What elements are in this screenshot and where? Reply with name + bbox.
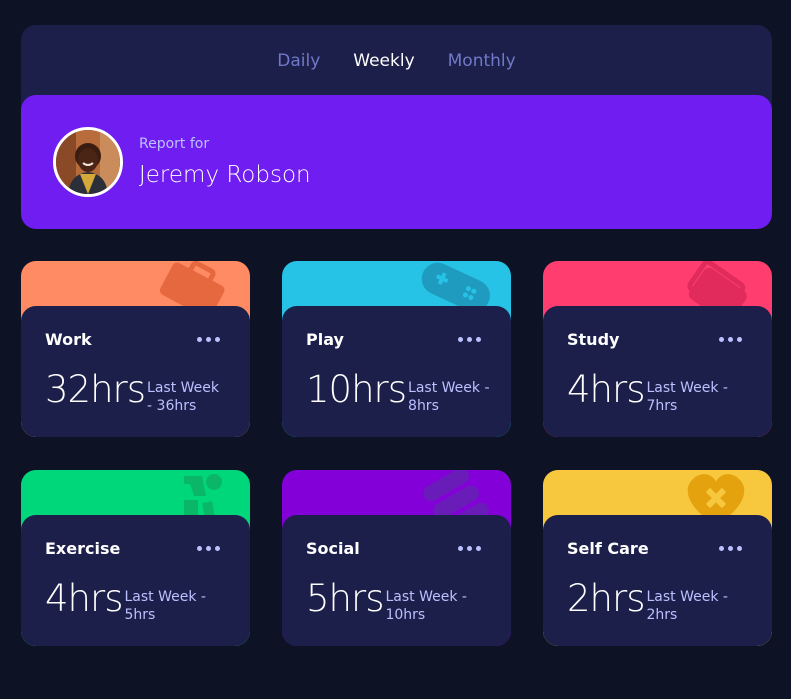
report-for-label: Report for — [139, 136, 210, 152]
activity-card-body: Work 32hrs Last Week - 36hrs — [21, 306, 250, 437]
ellipsis-icon[interactable] — [197, 546, 220, 552]
activity-card-exercise: Exercise 4hrs Last Week - 5hrs — [21, 470, 250, 646]
activity-card-work: Work 32hrs Last Week - 36hrs — [21, 261, 250, 437]
previous-hours: Last Week - 7hrs — [646, 380, 728, 414]
ellipsis-icon[interactable] — [719, 546, 742, 552]
activity-title: Exercise — [45, 539, 121, 558]
activity-card-play: Play 10hrs Last Week - 8hrs — [282, 261, 511, 437]
profile-card: Daily Weekly Monthly Report for Jeremy R… — [21, 25, 772, 229]
activity-title: Study — [567, 330, 620, 349]
activity-stats: 2hrs Last Week - 2hrs — [567, 576, 731, 624]
activity-card-self-care: Self Care 2hrs Last Week - 2hrs — [543, 470, 772, 646]
current-hours: 4hrs — [567, 368, 645, 411]
activity-title: Self Care — [567, 539, 649, 558]
activity-card-body: Study 4hrs Last Week - 7hrs — [543, 306, 772, 437]
previous-hours: Last Week - 10hrs — [385, 589, 467, 623]
activity-stats: 4hrs Last Week - 7hrs — [567, 367, 731, 415]
tab-weekly[interactable]: Weekly — [353, 51, 414, 71]
current-hours: 32hrs — [45, 368, 146, 411]
previous-hours: Last Week - 36hrs — [147, 380, 219, 414]
activity-title: Work — [45, 330, 92, 349]
ellipsis-icon[interactable] — [458, 337, 481, 343]
current-hours: 2hrs — [567, 577, 645, 620]
activity-card-study: Study 4hrs Last Week - 7hrs — [543, 261, 772, 437]
tab-monthly[interactable]: Monthly — [448, 51, 516, 71]
previous-hours: Last Week - 5hrs — [124, 589, 206, 623]
current-hours: 10hrs — [306, 368, 407, 411]
activity-card-body: Social 5hrs Last Week - 10hrs — [282, 515, 511, 646]
activity-title: Play — [306, 330, 344, 349]
ellipsis-icon[interactable] — [458, 546, 481, 552]
activity-title: Social — [306, 539, 360, 558]
activity-card-social: Social 5hrs Last Week - 10hrs — [282, 470, 511, 646]
activity-stats: 10hrs Last Week - 8hrs — [306, 367, 493, 415]
activity-stats: 32hrs Last Week - 36hrs — [45, 367, 225, 415]
tab-daily[interactable]: Daily — [277, 51, 320, 71]
current-hours: 4hrs — [45, 577, 123, 620]
activity-stats: 4hrs Last Week - 5hrs — [45, 576, 209, 624]
previous-hours: Last Week - 8hrs — [408, 380, 490, 414]
activity-card-body: Exercise 4hrs Last Week - 5hrs — [21, 515, 250, 646]
avatar — [53, 127, 123, 197]
user-name: Jeremy Robson — [139, 162, 311, 188]
timeframe-tabs: Daily Weekly Monthly — [21, 25, 772, 95]
ellipsis-icon[interactable] — [197, 337, 220, 343]
profile-banner: Report for Jeremy Robson — [21, 95, 772, 229]
current-hours: 5hrs — [306, 577, 384, 620]
activity-stats: 5hrs Last Week - 10hrs — [306, 576, 470, 624]
activity-card-body: Play 10hrs Last Week - 8hrs — [282, 306, 511, 437]
activity-card-body: Self Care 2hrs Last Week - 2hrs — [543, 515, 772, 646]
previous-hours: Last Week - 2hrs — [646, 589, 728, 623]
ellipsis-icon[interactable] — [719, 337, 742, 343]
